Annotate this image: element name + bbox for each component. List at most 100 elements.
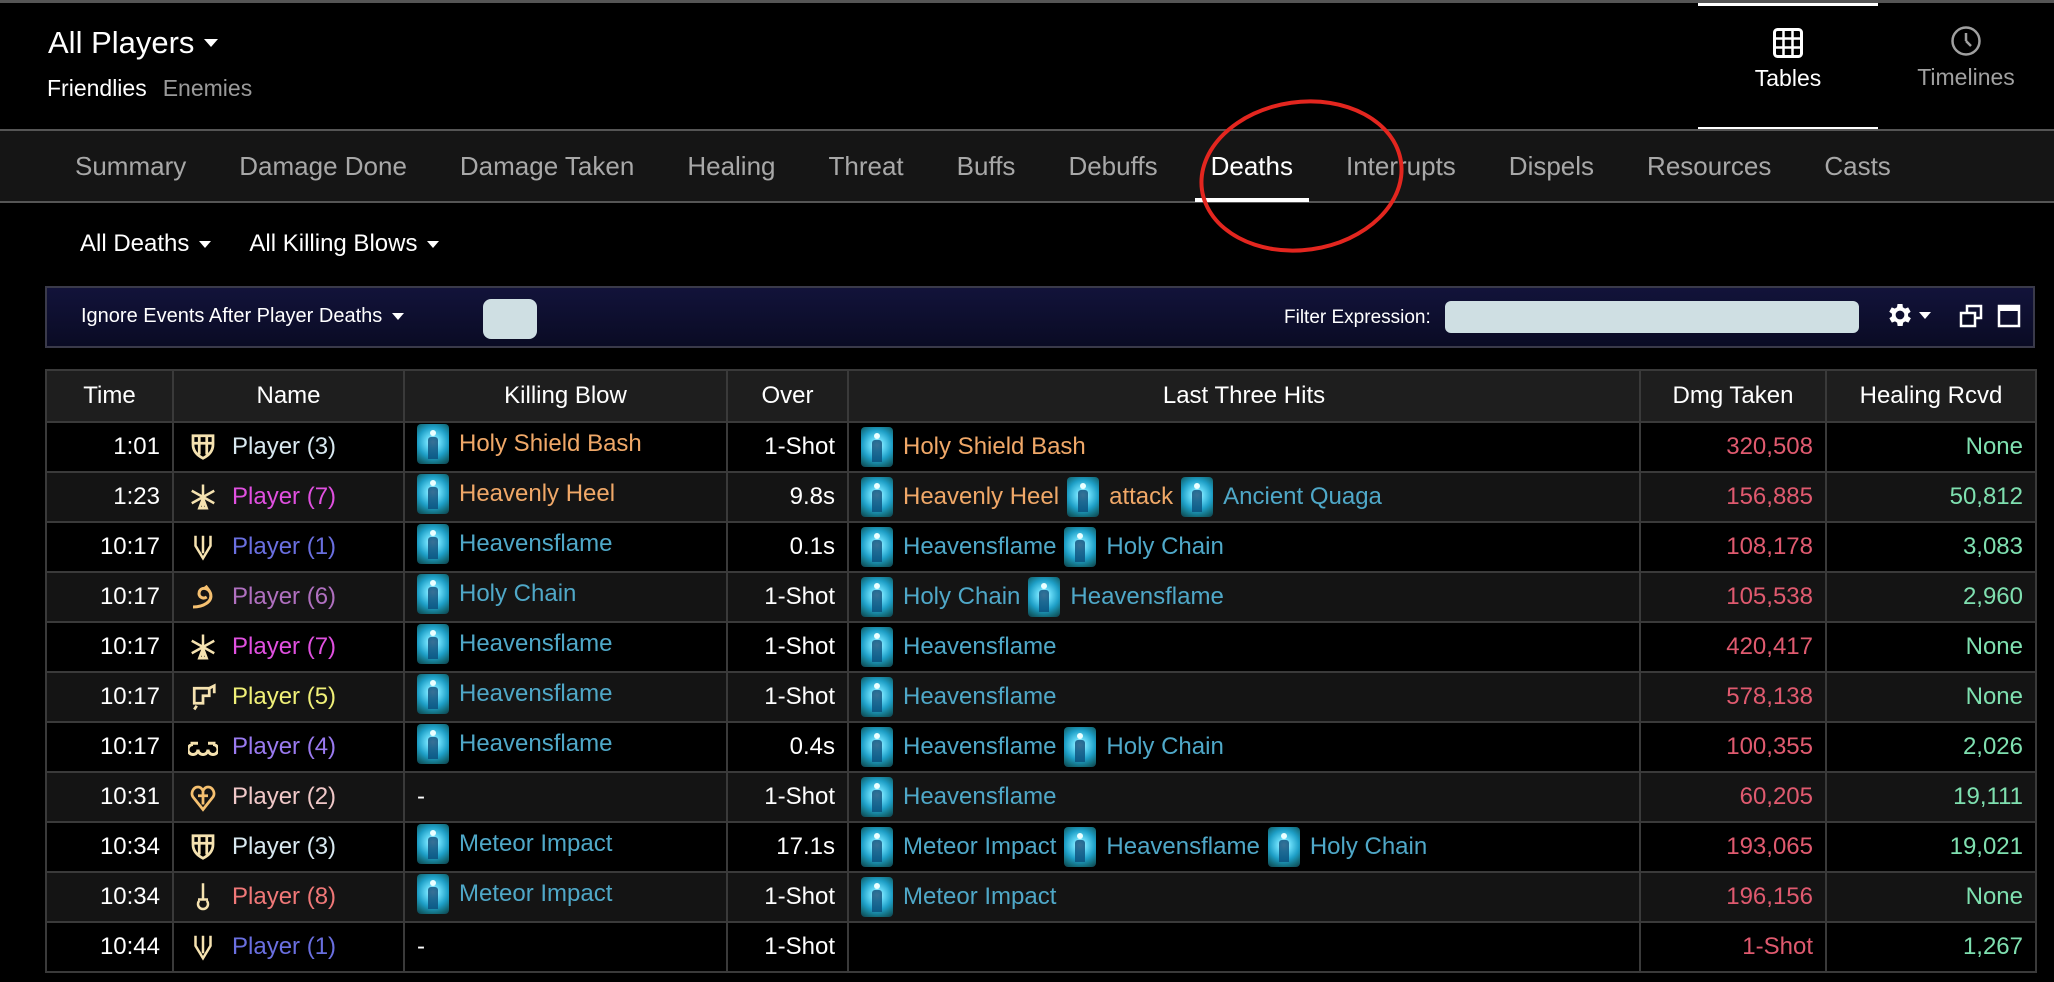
column-header-healing-rcvd[interactable]: Healing Rcvd [1825, 369, 2037, 423]
subnav-friendlies[interactable]: Friendlies [47, 75, 147, 102]
table-row[interactable]: 10:17 Player (4) Heavensflame 0.4s Heave… [45, 721, 2037, 773]
hit-ability-name: Heavensflame [1070, 583, 1224, 610]
cell-name[interactable]: Player (1) [172, 921, 405, 973]
hit-ability[interactable]: Holy Shield Bash [861, 427, 1086, 467]
table-row[interactable]: 10:17 Player (5) Heavensflame 1-Shot Hea… [45, 671, 2037, 723]
ability-icon [861, 727, 893, 767]
killing-blow-ability[interactable]: Holy Shield Bash [417, 424, 642, 464]
table-row[interactable]: 10:17 Player (6) Holy Chain 1-Shot Holy … [45, 571, 2037, 623]
cell-name[interactable]: Player (6) [172, 571, 405, 623]
hit-ability[interactable]: attack [1067, 477, 1173, 517]
cell-name[interactable]: Player (8) [172, 871, 405, 923]
settings-menu-button[interactable] [1885, 300, 1931, 330]
killing-blow-ability[interactable]: Meteor Impact [417, 824, 612, 864]
hit-ability[interactable]: Heavenly Heel [861, 477, 1059, 517]
cell-killing-blow: Heavensflame [403, 521, 728, 573]
player-select-dropdown[interactable]: All Players [48, 25, 219, 61]
killing-blow-ability[interactable]: Meteor Impact [417, 874, 612, 914]
tab-buffs[interactable]: Buffs [957, 130, 1016, 202]
ability-icon [861, 527, 893, 567]
tab-threat[interactable]: Threat [829, 130, 904, 202]
filter-expression-label: Filter Expression: [1284, 307, 1431, 328]
table-row[interactable]: 10:31 Player (2) - 1-Shot Heavensflame 6… [45, 771, 2037, 823]
table-row[interactable]: 10:34 Player (8) Meteor Impact 1-Shot Me… [45, 871, 2037, 923]
tab-damage-taken[interactable]: Damage Taken [460, 130, 634, 202]
tab-deaths[interactable]: Deaths [1194, 130, 1310, 202]
table-row[interactable]: 10:17 Player (7) Heavensflame 1-Shot Hea… [45, 621, 2037, 673]
tab-debuffs[interactable]: Debuffs [1068, 130, 1157, 202]
hit-ability[interactable]: Holy Chain [1267, 827, 1427, 867]
table-row[interactable]: 1:23 Player (7) Heavenly Heel 9.8s Heave… [45, 471, 2037, 523]
tab-casts[interactable]: Casts [1824, 130, 1890, 202]
column-header-name[interactable]: Name [172, 369, 405, 423]
ability-icon [861, 477, 893, 517]
hit-ability[interactable]: Meteor Impact [861, 877, 1056, 917]
table-row[interactable]: 10:34 Player (3) Meteor Impact 17.1s Met… [45, 821, 2037, 873]
column-header-last-three-hits[interactable]: Last Three Hits [847, 369, 1641, 423]
hit-ability[interactable]: Ancient Quaga [1181, 477, 1382, 517]
killing-blow-ability[interactable]: Heavenly Heel [417, 474, 615, 514]
cell-name[interactable]: Player (1) [172, 521, 405, 573]
hit-ability[interactable]: Holy Chain [1064, 727, 1224, 767]
view-timelines-button[interactable]: Timelines [1876, 3, 2054, 129]
cell-name[interactable]: Player (7) [172, 471, 405, 523]
hit-ability[interactable]: Meteor Impact [861, 827, 1056, 867]
hit-ability[interactable]: Heavensflame [861, 777, 1056, 817]
hit-ability[interactable]: Heavensflame [1064, 827, 1260, 867]
maximize-window-icon[interactable] [1997, 304, 2021, 328]
table-row[interactable]: 10:44 Player (1) - 1-Shot 1-Shot 1,267 [45, 921, 2037, 973]
killing-blow-ability[interactable]: Heavensflame [417, 674, 612, 714]
killing-blow-ability[interactable]: Heavensflame [417, 624, 612, 664]
view-tables-button[interactable]: Tables [1698, 3, 1878, 131]
tab-damage-done[interactable]: Damage Done [239, 130, 407, 202]
tab-dispels[interactable]: Dispels [1509, 130, 1594, 202]
cell-time: 10:34 [45, 821, 174, 873]
column-header-time[interactable]: Time [45, 369, 174, 423]
column-header-over[interactable]: Over [726, 369, 849, 423]
hit-ability[interactable]: Holy Chain [861, 577, 1020, 617]
tab-interrupts[interactable]: Interrupts [1346, 130, 1456, 202]
table-row[interactable]: 1:01 Player (3) Holy Shield Bash 1-Shot … [45, 421, 2037, 473]
hit-ability[interactable]: Heavensflame [861, 677, 1056, 717]
hit-ability[interactable]: Holy Chain [1064, 527, 1224, 567]
table-row[interactable]: 10:17 Player (1) Heavensflame 0.1s Heave… [45, 521, 2037, 573]
killing-blow-ability[interactable]: Holy Chain [417, 574, 576, 614]
killing-blows-dropdown[interactable]: All Killing Blows [249, 230, 440, 258]
death-filters: All Deaths All Killing Blows [80, 230, 440, 258]
ability-icon [1028, 577, 1061, 617]
column-header-dmg-taken[interactable]: Dmg Taken [1639, 369, 1827, 423]
cell-time: 10:44 [45, 921, 174, 973]
cell-time: 10:31 [45, 771, 174, 823]
ignore-events-checkbox[interactable] [483, 299, 537, 339]
cell-over: 1-Shot [726, 571, 849, 623]
tab-resources[interactable]: Resources [1647, 130, 1771, 202]
cell-name[interactable]: Player (5) [172, 671, 405, 723]
hit-ability[interactable]: Heavensflame [861, 527, 1056, 567]
trident-icon [194, 535, 212, 561]
caret-down-icon [392, 313, 405, 320]
restore-window-icon[interactable] [1959, 304, 1983, 328]
hit-ability[interactable]: Heavensflame [1028, 577, 1224, 617]
cell-name[interactable]: Player (3) [172, 821, 405, 873]
killing-blow-ability[interactable]: Heavensflame [417, 524, 612, 564]
ignore-events-dropdown[interactable]: Ignore Events After Player Deaths [81, 305, 405, 328]
filter-expression-input[interactable] [1445, 301, 1859, 333]
cell-name[interactable]: Player (7) [172, 621, 405, 673]
cell-name[interactable]: Player (2) [172, 771, 405, 823]
killing-blows-dropdown-label: All Killing Blows [249, 230, 418, 257]
ability-icon [1064, 827, 1097, 867]
cell-killing-blow: Holy Chain [403, 571, 728, 623]
subnav-enemies[interactable]: Enemies [163, 75, 252, 102]
deaths-dropdown[interactable]: All Deaths [80, 230, 212, 258]
tab-summary[interactable]: Summary [75, 130, 186, 202]
tab-healing[interactable]: Healing [687, 130, 775, 202]
cell-over: 1-Shot [726, 871, 849, 923]
hit-ability[interactable]: Heavensflame [861, 727, 1056, 767]
hit-ability-name: Heavensflame [903, 783, 1057, 810]
column-header-killing-blow[interactable]: Killing Blow [403, 369, 728, 423]
hit-ability[interactable]: Heavensflame [861, 627, 1056, 667]
cell-name[interactable]: Player (4) [172, 721, 405, 773]
gear-icon [1889, 304, 1911, 326]
cell-name[interactable]: Player (3) [172, 421, 405, 473]
killing-blow-ability[interactable]: Heavensflame [417, 724, 612, 764]
